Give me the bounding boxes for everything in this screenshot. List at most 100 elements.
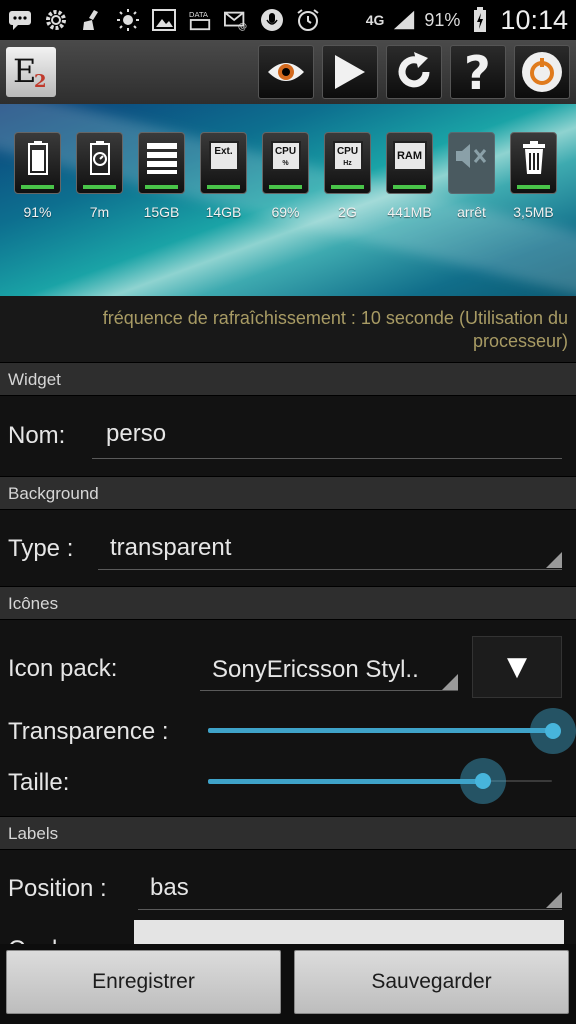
ram-icon: RAM (386, 132, 433, 194)
type-label: Type : (8, 535, 74, 562)
refresh-rate-info: fréquence de rafraîchissement : 10 secon… (0, 296, 576, 362)
status-right: 4G 91% 10:14 (366, 5, 568, 36)
level-bar (269, 185, 302, 189)
section-header-background: Background (0, 476, 576, 510)
battery-percent: 91% (424, 9, 461, 30)
widget-items: 91% 7m 15GB Ext. 14GB CPU % 69% CPU Hz 2… (14, 132, 557, 220)
sd-card-chip: Ext. (208, 141, 239, 171)
type-select-underline (98, 569, 562, 570)
widget-item-label: 441MB (387, 204, 432, 220)
mic-icon (260, 8, 284, 32)
play-button[interactable] (322, 45, 378, 99)
cpu-chip-sub: Hz (343, 160, 352, 167)
register-button[interactable]: Enregistrer (6, 950, 281, 1014)
name-input[interactable]: perso (106, 420, 166, 448)
battery-timer-icon (76, 132, 123, 194)
help-button[interactable]: ? (450, 45, 506, 99)
position-select[interactable]: bas (150, 874, 189, 902)
transparency-slider-track[interactable] (208, 728, 554, 733)
clock: 10:14 (500, 4, 568, 35)
toolbar-buttons: ? (258, 45, 570, 99)
widget-item-battery-timer[interactable]: 7m (76, 132, 123, 220)
power-button[interactable] (514, 45, 570, 99)
power-icon (522, 52, 562, 92)
size-slider-thumb[interactable] (460, 758, 506, 804)
chevron-down-icon: ▼ (507, 652, 527, 682)
widget-item-label: 3,5MB (513, 204, 554, 220)
cleaning-icon (80, 8, 104, 32)
position-select-indicator (546, 892, 562, 908)
svg-text:?: ? (464, 51, 491, 93)
level-bar (83, 185, 116, 189)
cpu-chip-sub: % (282, 160, 289, 167)
widget-item-label: arrêt (457, 204, 486, 220)
widget-item-label: 14GB (205, 204, 242, 220)
status-bar: DATA @ 4G 91% 10:14 (0, 0, 576, 40)
transparency-slider-thumb[interactable] (530, 708, 576, 754)
preview-button[interactable] (258, 45, 314, 99)
section-header-labels: Labels (0, 816, 576, 850)
icon-pack-select[interactable]: SonyEricsson Styl.. (212, 656, 419, 684)
icon-pack-label: Icon pack: (8, 655, 118, 682)
logo-letter: E (13, 52, 37, 90)
type-select-indicator (546, 552, 562, 568)
logo-subscript: 2 (34, 71, 47, 92)
widget-item-battery[interactable]: 91% (14, 132, 61, 220)
battery-charging-icon (468, 7, 492, 32)
play-icon (335, 55, 365, 89)
widget-item-trash[interactable]: 3,5MB (510, 132, 557, 220)
mail-icon: @ (224, 8, 248, 32)
storage-icon (138, 132, 185, 194)
widget-item-label: 7m (89, 204, 110, 220)
brightness-icon (116, 8, 140, 32)
level-bar (21, 185, 54, 189)
app-toolbar: E 2 ? (0, 40, 576, 104)
widget-item-label: 91% (23, 204, 52, 220)
widget-item-storage[interactable]: 15GB (138, 132, 185, 220)
widget-item-ram[interactable]: RAM 441MB (386, 132, 433, 220)
save-button[interactable]: Sauvegarder (294, 950, 569, 1014)
widget-item-sd-card[interactable]: Ext. 14GB (200, 132, 247, 220)
eye-icon (268, 63, 304, 81)
widget-item-cpu-frequency[interactable]: CPU Hz 2G (324, 132, 371, 220)
battery-icon (14, 132, 61, 194)
cpu-chip: CPU Hz (332, 141, 363, 171)
help-icon: ? (464, 51, 491, 93)
name-input-underline (92, 458, 562, 459)
cpu-chip: CPU % (270, 141, 301, 171)
name-label: Nom: (8, 422, 66, 449)
widget-item-label: 2G (338, 204, 357, 220)
level-bar (207, 185, 240, 189)
level-bar (145, 185, 178, 189)
data-icon: DATA (188, 8, 212, 32)
app-logo: E 2 (6, 47, 56, 97)
ram-chip: RAM (392, 141, 427, 171)
gallery-icon (152, 8, 176, 32)
cpu-percent-icon: CPU % (262, 132, 309, 194)
svg-text:@: @ (238, 21, 247, 31)
widget-preview: 91% 7m 15GB Ext. 14GB CPU % 69% CPU Hz 2… (0, 104, 576, 296)
section-header-icons: Icônes (0, 586, 576, 620)
icon-pack-dropdown-button[interactable]: ▼ (472, 636, 562, 698)
position-label: Position : (8, 875, 107, 902)
level-bar (331, 185, 364, 189)
size-label: Taille: (8, 769, 70, 796)
size-slider-fill[interactable] (208, 779, 484, 784)
refresh-button[interactable] (386, 45, 442, 99)
type-select[interactable]: transparent (110, 534, 231, 562)
sd-card-icon: Ext. (200, 132, 247, 194)
widget-item-label: 15GB (143, 204, 180, 220)
network-type: 4G (365, 11, 385, 28)
sms-icon (8, 8, 32, 32)
cpu-chip-title: CPU (274, 146, 297, 157)
widget-item-sound[interactable]: arrêt (448, 132, 495, 220)
level-bar (393, 185, 426, 189)
icon-pack-select-indicator (442, 674, 458, 690)
sound-muted-icon (448, 132, 495, 194)
trash-icon (510, 132, 557, 194)
widget-item-label: 69% (271, 204, 300, 220)
widget-item-cpu-usage[interactable]: CPU % 69% (262, 132, 309, 220)
section-header-widget: Widget (0, 362, 576, 396)
svg-text:DATA: DATA (189, 10, 208, 19)
alarm-icon (296, 8, 320, 32)
